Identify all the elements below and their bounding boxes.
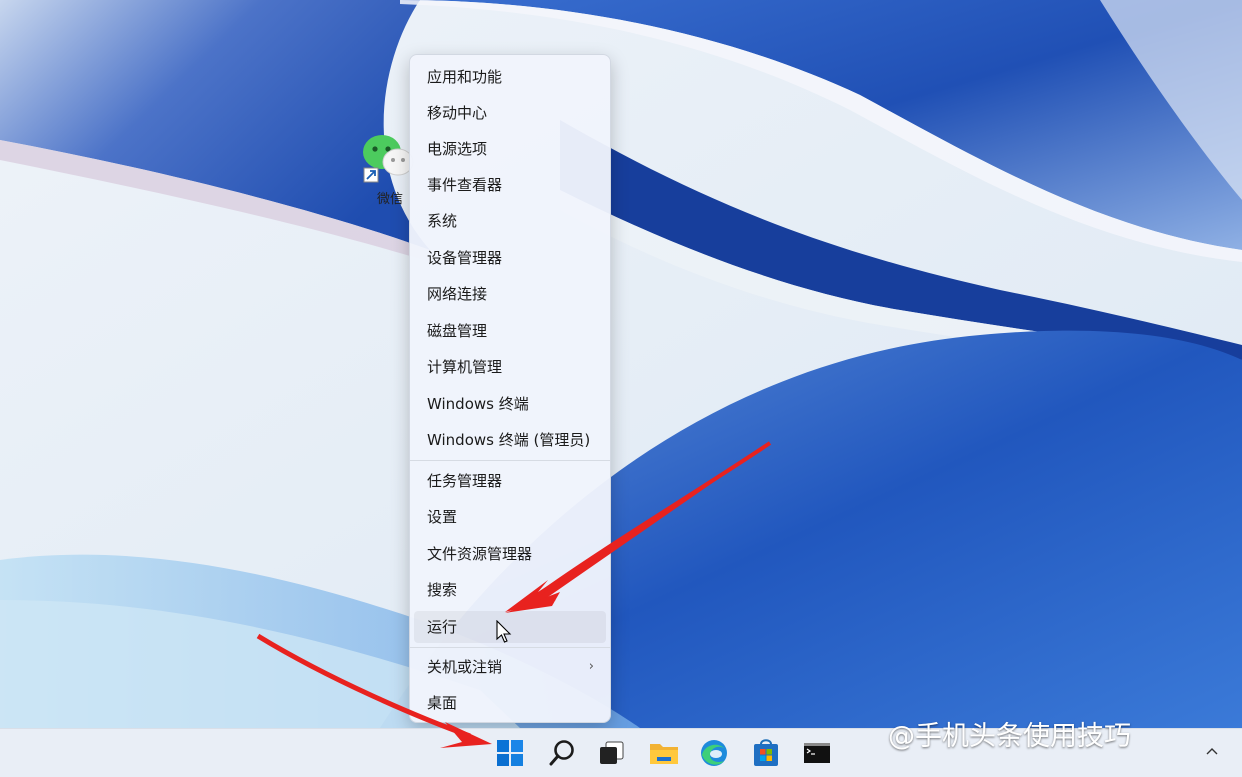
watermark: @手机头条使用技巧 (888, 721, 1131, 752)
menu-item-windows-terminal[interactable]: Windows 终端 (414, 388, 606, 420)
menu-item-label: 关机或注销 (427, 658, 503, 676)
menu-item-power-options[interactable]: 电源选项 (414, 133, 606, 165)
terminal-button[interactable] (797, 733, 837, 773)
menu-item-task-manager[interactable]: 任务管理器 (414, 465, 606, 497)
menu-item-computer-management[interactable]: 计算机管理 (414, 351, 606, 383)
file-explorer-button[interactable] (644, 733, 684, 773)
store-icon (754, 739, 778, 766)
menu-separator (410, 647, 610, 648)
menu-item-event-viewer[interactable]: 事件查看器 (414, 169, 606, 201)
wechat-icon (360, 132, 416, 184)
chevron-right-icon: › (588, 659, 594, 674)
desktop-wallpaper (0, 0, 1242, 728)
mouse-cursor-icon (496, 619, 512, 644)
file-explorer-icon (650, 744, 678, 764)
menu-item-shutdown-signout[interactable]: 关机或注销 › (414, 651, 606, 683)
menu-item-windows-terminal-admin[interactable]: Windows 终端 (管理员) (414, 424, 606, 456)
edge-button[interactable] (694, 733, 734, 773)
menu-item-disk-management[interactable]: 磁盘管理 (414, 315, 606, 347)
task-view-button[interactable] (592, 733, 632, 773)
menu-item-system[interactable]: 系统 (414, 205, 606, 237)
search-button[interactable] (542, 733, 582, 773)
task-view-icon (600, 741, 624, 764)
chevron-up-icon (1206, 748, 1218, 755)
menu-item-device-manager[interactable]: 设备管理器 (414, 242, 606, 274)
menu-item-search[interactable]: 搜索 (414, 574, 606, 606)
menu-separator (410, 460, 610, 461)
menu-item-apps-features[interactable]: 应用和功能 (414, 61, 606, 93)
search-icon (549, 740, 574, 766)
start-icon (497, 740, 523, 766)
tray-overflow-button[interactable] (1204, 743, 1220, 759)
menu-item-mobility-center[interactable]: 移动中心 (414, 97, 606, 129)
menu-item-desktop[interactable]: 桌面 (414, 687, 606, 719)
edge-icon (701, 740, 727, 766)
store-button[interactable] (746, 733, 786, 773)
terminal-icon (804, 743, 830, 763)
menu-item-settings[interactable]: 设置 (414, 501, 606, 533)
start-button[interactable] (490, 733, 530, 773)
menu-item-file-explorer[interactable]: 文件资源管理器 (414, 538, 606, 570)
menu-item-network-connections[interactable]: 网络连接 (414, 278, 606, 310)
